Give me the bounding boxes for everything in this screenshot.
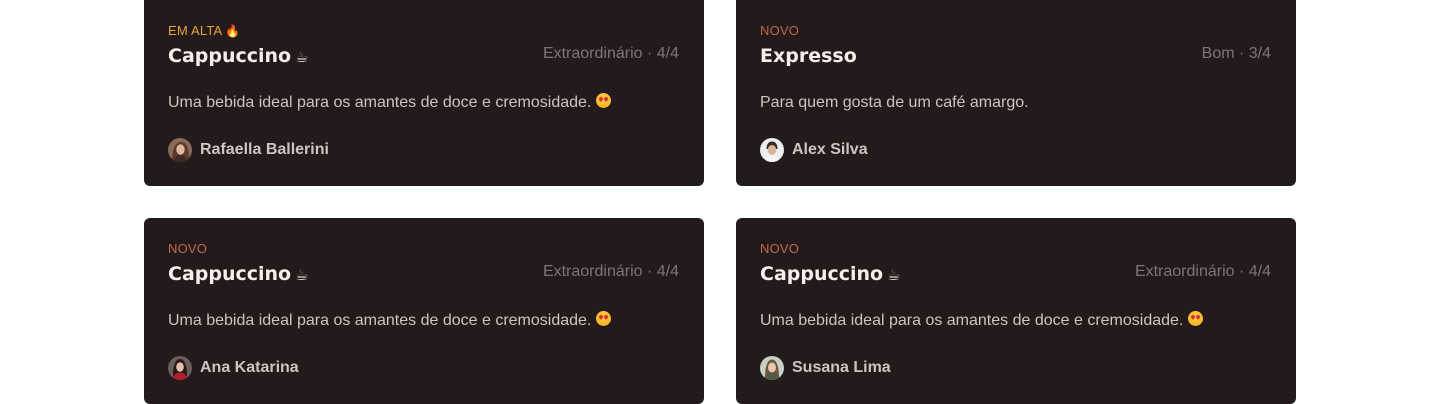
review-description: Uma bebida ideal para os amantes de doce… (760, 311, 1204, 331)
author-name: Alex Silva (792, 141, 868, 158)
new-badge: NOVO (760, 23, 799, 39)
avatar (168, 356, 192, 380)
new-badge: NOVO (168, 241, 207, 257)
drink-title: Expresso (760, 42, 857, 70)
rating-text: Extraordinário · 4/4 (542, 263, 679, 280)
badge-label: EM ALTA (168, 23, 223, 38)
badge-label: NOVO (760, 241, 800, 256)
avatar (760, 138, 784, 162)
heart-eyes-emoji-icon (596, 311, 612, 326)
fire-icon: 🔥 (225, 24, 241, 38)
badge-label: NOVO (168, 241, 208, 256)
review-description: Uma bebida ideal para os amantes de doce… (168, 311, 612, 331)
review-author[interactable]: Rafaella Ballerini (168, 138, 329, 162)
coffee-cup-icon: ☕ (887, 266, 901, 284)
drink-name: Expresso (760, 45, 857, 67)
coffee-cup-icon: ☕ (295, 48, 309, 66)
description-text: Uma bebida ideal para os amantes de doce… (168, 312, 592, 329)
review-author[interactable]: Susana Lima (760, 356, 891, 380)
description-text: Uma bebida ideal para os amantes de doce… (760, 312, 1184, 329)
rating-text: Extraordinário · 4/4 (1134, 263, 1271, 280)
review-card[interactable]: NOVO Cappuccino ☕ Extraordinário · 4/4 Um… (736, 218, 1296, 404)
review-author[interactable]: Alex Silva (760, 138, 868, 162)
avatar (168, 138, 192, 162)
drink-name: Cappuccino (168, 263, 292, 285)
review-card[interactable]: EM ALTA 🔥 Cappuccino ☕ Extraordinário · 4/… (144, 0, 704, 186)
author-name: Susana Lima (792, 359, 891, 376)
drink-title: Cappuccino ☕ (168, 42, 309, 71)
review-description: Para quem gosta de um café amargo. (760, 93, 1029, 113)
review-card[interactable]: NOVO Cappuccino ☕ Extraordinário · 4/4 Um… (144, 218, 704, 404)
drink-name: Cappuccino (168, 45, 292, 67)
avatar (760, 356, 784, 380)
new-badge: NOVO (760, 241, 799, 257)
trending-badge: EM ALTA 🔥 (168, 23, 241, 39)
review-description: Uma bebida ideal para os amantes de doce… (168, 93, 612, 113)
heart-eyes-emoji-icon (1188, 311, 1204, 326)
coffee-cup-icon: ☕ (295, 266, 309, 284)
rating-text: Extraordinário · 4/4 (542, 45, 679, 62)
review-author[interactable]: Ana Katarina (168, 356, 299, 380)
drink-title: Cappuccino ☕ (760, 260, 901, 289)
description-text: Para quem gosta de um café amargo. (760, 94, 1029, 111)
description-text: Uma bebida ideal para os amantes de doce… (168, 94, 592, 111)
heart-eyes-emoji-icon (596, 93, 612, 108)
author-name: Rafaella Ballerini (200, 141, 329, 158)
drink-title: Cappuccino ☕ (168, 260, 309, 289)
rating-text: Bom · 3/4 (1201, 45, 1271, 62)
reviews-grid: EM ALTA 🔥 Cappuccino ☕ Extraordinário · 4/… (144, 0, 1296, 404)
badge-label: NOVO (760, 23, 800, 38)
author-name: Ana Katarina (200, 359, 299, 376)
review-card[interactable]: NOVO Expresso Bom · 3/4 Para quem gosta … (736, 0, 1296, 186)
drink-name: Cappuccino (760, 263, 884, 285)
